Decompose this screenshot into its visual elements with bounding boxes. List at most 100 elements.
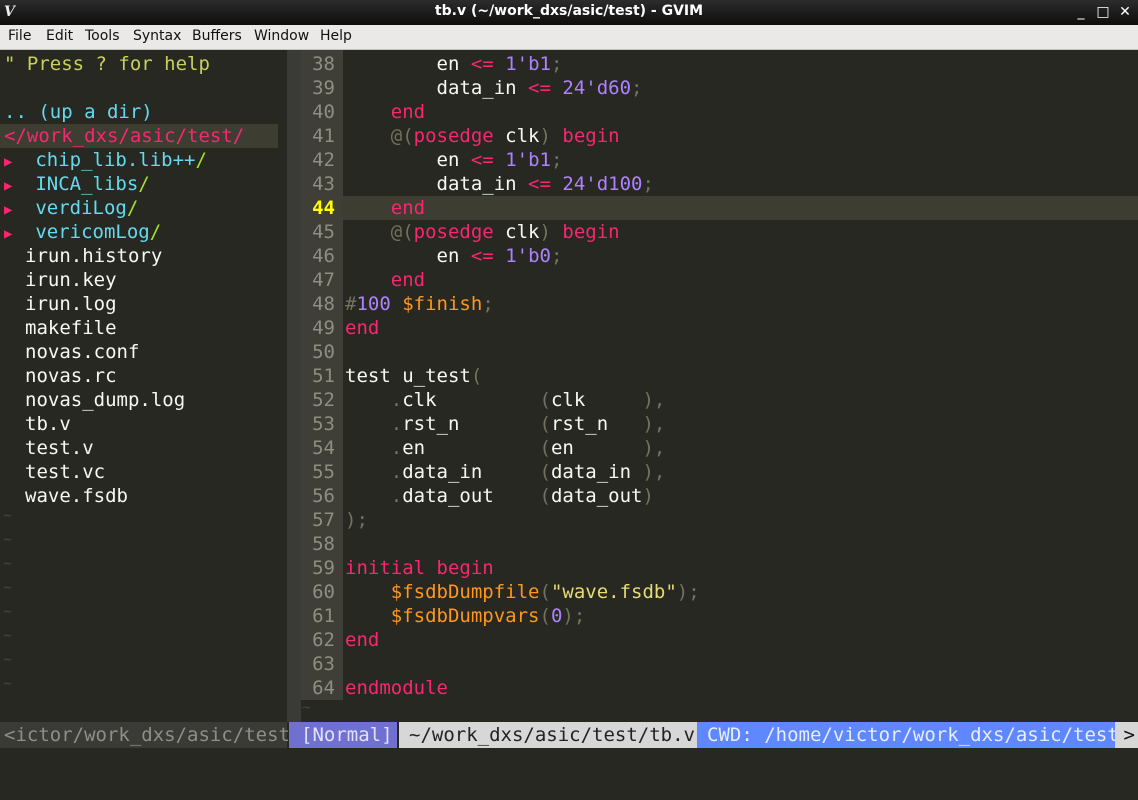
tree-file-item[interactable]: test.vc (25, 460, 105, 484)
tree-up-dir[interactable]: .. (up a dir) (4, 100, 153, 124)
line-number: 51 (312, 365, 335, 387)
tree-file-item[interactable]: irun.key (25, 268, 117, 292)
code-line: end (345, 100, 425, 124)
code-token: 1'b1 (505, 53, 551, 75)
menu-help[interactable]: Help (320, 28, 352, 44)
line-number: 62 (312, 629, 335, 651)
code-line: .data_in (data_in ), (345, 460, 666, 484)
code-token: <= (470, 245, 494, 267)
menu-buffers[interactable]: Buffers (192, 28, 242, 44)
code-token: posedge (413, 221, 494, 243)
code-token: initial (345, 557, 426, 579)
tree-root-path[interactable]: </work_dxs/asic/test/ (4, 124, 244, 148)
line-number: 49 (312, 317, 335, 339)
line-number: 50 (312, 341, 335, 363)
line-number: 41 (312, 125, 335, 147)
menu-tools[interactable]: Tools (85, 28, 120, 44)
tree-file-item[interactable]: irun.log (25, 292, 117, 316)
line-number: 60 (312, 581, 335, 603)
tree-file-item[interactable]: test.v (25, 436, 94, 460)
menu-window[interactable]: Window (254, 28, 309, 44)
code-line: end (345, 196, 425, 220)
code-token: ; (550, 245, 563, 267)
code-token: en (402, 437, 426, 459)
code-line: @(posedge clk) begin (345, 220, 620, 244)
code-token: <= (470, 149, 494, 171)
tree-file-item[interactable]: novas_dump.log (25, 388, 185, 412)
menu-syntax[interactable]: Syntax (133, 28, 181, 44)
code-token: clk (493, 125, 540, 147)
code-token: ) (539, 125, 551, 147)
code-token: <= (528, 173, 551, 195)
code-token: . (390, 461, 403, 483)
code-line: #100 $finish; (345, 292, 494, 316)
code-token: ), (642, 389, 666, 411)
line-number: 43 (312, 173, 335, 195)
line-number: 39 (312, 77, 335, 99)
tree-tilde: ~ (3, 556, 12, 572)
tree-file-item[interactable]: wave.fsdb (25, 484, 128, 508)
tree-file-item[interactable]: novas.conf (25, 340, 139, 364)
code-line: en <= 1'b1; (345, 52, 563, 76)
code-line: end (345, 316, 379, 340)
code-token: rst_n (550, 413, 609, 435)
line-number: 59 (312, 557, 335, 579)
code-token: data_in (436, 77, 517, 99)
tree-tilde: ~ (3, 676, 12, 692)
code-token: endmodule (345, 677, 448, 699)
code-line: ); (345, 508, 368, 532)
menu-bar: File Edit Tools Syntax Buffers Window He… (0, 25, 1138, 50)
minimize-button[interactable]: _ (1073, 4, 1089, 20)
close-button[interactable]: ✕ (1117, 4, 1133, 20)
tree-dir-slash: / (149, 221, 162, 243)
code-token: . (390, 485, 403, 507)
tree-dir-item[interactable]: ▶ vericomLog/ (4, 220, 161, 244)
code-line: end (345, 628, 379, 652)
vertical-split[interactable] (287, 50, 301, 748)
line-number: 53 (312, 413, 335, 435)
code-token: 24'd60 (562, 77, 632, 99)
tree-dir-slash: / (138, 173, 150, 195)
menu-edit[interactable]: Edit (46, 28, 73, 44)
command-line[interactable] (0, 748, 1138, 800)
menu-file[interactable]: File (8, 28, 31, 44)
code-line: @(posedge clk) begin (345, 124, 620, 148)
editor-area[interactable]: " Press ? for help .. (up a dir) </work_… (0, 50, 1138, 748)
maximize-button[interactable]: □ (1095, 4, 1111, 20)
title-bar: V tb.v (~/work_dxs/asic/test) - GVIM _ □… (0, 0, 1138, 25)
tree-dir-item[interactable]: ▶ INCA_libs/ (4, 172, 150, 196)
code-token: ; (631, 77, 643, 99)
code-token: end (390, 197, 426, 219)
line-number: 40 (312, 101, 335, 123)
code-token: $fsdbDumpfile (390, 581, 540, 603)
line-number: 56 (312, 485, 335, 507)
code-token: rst_n (402, 413, 460, 435)
code-line: data_in <= 24'd60; (345, 76, 643, 100)
status-more-indicator: > (1115, 722, 1138, 748)
code-token: ), (642, 413, 666, 435)
tree-file-item[interactable]: irun.history (25, 244, 162, 268)
tree-dir-item[interactable]: ▶ verdiLog/ (4, 196, 138, 220)
status-mode: [Normal] (289, 722, 397, 748)
status-line: <ictor/work_dxs/asic/test [Normal] ~/wor… (0, 722, 1138, 748)
tree-file-item[interactable]: makefile (25, 316, 117, 340)
tree-file-item[interactable]: novas.rc (25, 364, 117, 388)
tree-dir-name: chip_lib.lib++ (35, 149, 196, 171)
tree-dir-item[interactable]: ▶ chip_lib.lib++/ (4, 148, 207, 172)
code-line: $fsdbDumpvars(0); (345, 604, 586, 628)
tree-file-item[interactable]: tb.v (25, 412, 71, 436)
code-line: .en (en ), (345, 436, 666, 460)
